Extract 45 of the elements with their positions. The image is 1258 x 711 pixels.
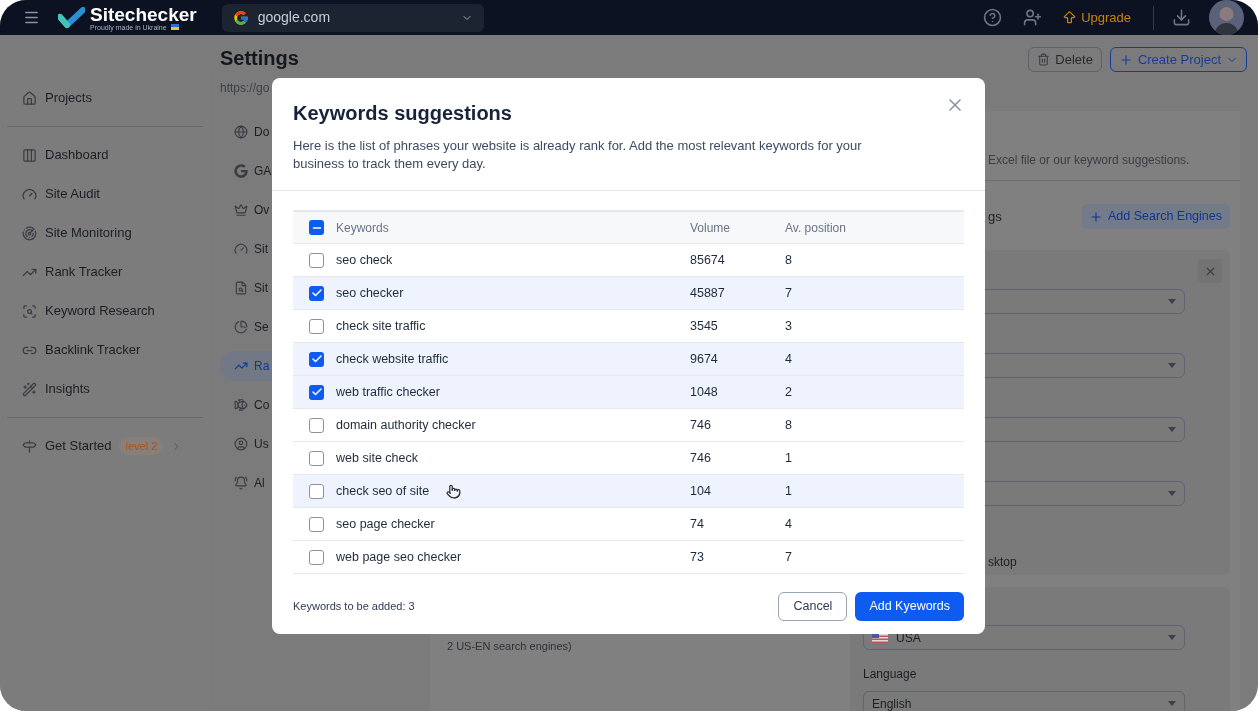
position-cell-text: 8 (785, 416, 792, 434)
volume-cell-text: 746 (690, 449, 712, 467)
card-note: Excel file or our keyword suggestions. (988, 152, 1190, 168)
keyword-cell: web traffic checker (336, 384, 440, 399)
volume-cell-text: 45887 (690, 284, 726, 302)
column-header: Av. position (785, 219, 846, 237)
position-cell-text: 1 (785, 449, 792, 467)
column-header: Keywords (336, 219, 390, 237)
project-url: https://go (220, 80, 270, 97)
language-label: Language (863, 666, 918, 683)
section-label: gs (988, 207, 1002, 226)
keyword-cell: seo page checker (336, 516, 435, 531)
keyword-cell: check website traffic (336, 351, 449, 366)
volume-cell-text: 73 (690, 548, 705, 566)
position-cell-text: 4 (785, 350, 792, 368)
position-cell-text: 4 (785, 515, 792, 533)
keyword-cell: domain authority checker (336, 417, 476, 432)
position-cell-text: 1 (785, 482, 792, 500)
dialog-title: Keywords suggestions (293, 101, 512, 126)
language-value: English (872, 695, 912, 711)
keywords-count: Keywords to be added: 3 (293, 599, 415, 615)
page-title: Settings (220, 47, 299, 69)
brand-name: Sitechecker (90, 4, 197, 24)
keyword-cell: seo check (336, 252, 393, 267)
volume-cell-text: 104 (690, 482, 712, 500)
volume-cell-text: 1048 (690, 383, 719, 401)
volume-cell-text: 9674 (690, 350, 719, 368)
position-cell-text: 7 (785, 284, 792, 302)
keyword-cell: check site traffic (336, 318, 426, 333)
keyword-cell: seo checker (336, 285, 404, 300)
volume-cell-text: 74 (690, 515, 705, 533)
volume-cell-text: 746 (690, 416, 712, 434)
position-cell-text: 8 (785, 251, 792, 269)
keyword-cell: web site check (336, 450, 418, 465)
keyword-cell: check seo of site (336, 483, 430, 498)
volume-cell-text: 85674 (690, 251, 726, 269)
position-cell-text: 7 (785, 548, 792, 566)
engines-summary: 2 US-EN search engines) (447, 638, 573, 654)
position-cell-text: 2 (785, 383, 792, 401)
volume-cell-text: 3545 (690, 317, 719, 335)
keyword-cell: web page seo checker (336, 549, 462, 564)
column-header: Volume (690, 219, 732, 237)
level-badge: level 2 (119, 436, 164, 456)
dialog-description: Here is the list of phrases your website is already rank for. Add the most relevant keywords for your business to track them every day. (293, 137, 863, 173)
position-cell-text: 3 (785, 317, 792, 335)
